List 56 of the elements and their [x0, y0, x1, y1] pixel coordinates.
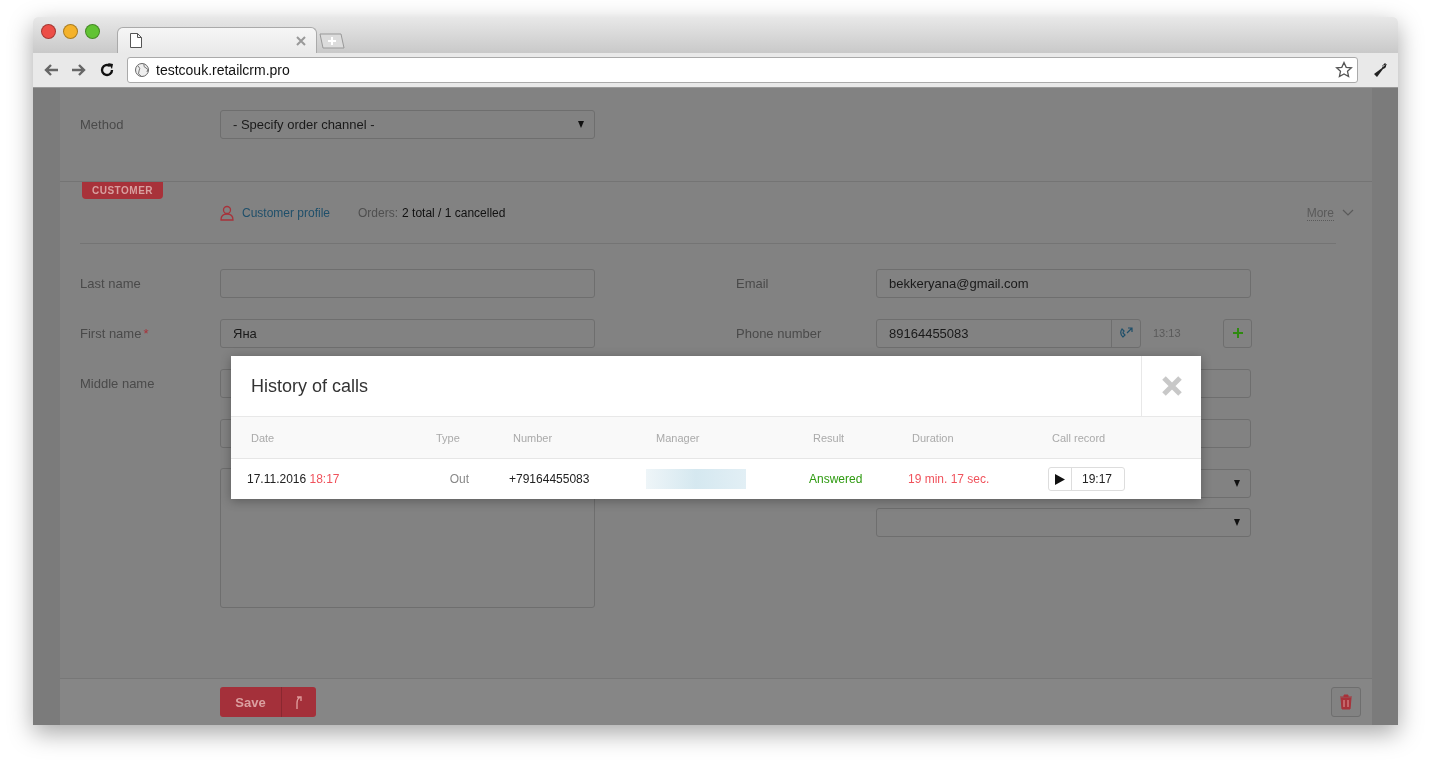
field-label: Email	[736, 275, 770, 291]
field-label: Method	[80, 117, 125, 132]
text-input[interactable]: Яна	[220, 318, 595, 348]
caret-icon	[578, 121, 584, 128]
address-bar[interactable]: testcouk.retailcrm.pro	[127, 57, 1358, 83]
caret-icon	[1234, 519, 1240, 526]
caret-icon	[1234, 479, 1240, 487]
field-label: Last name	[80, 275, 142, 291]
phone-input[interactable]: 89164455083	[876, 318, 1141, 348]
orders-count: 2 total / 1 cancelled	[402, 206, 506, 220]
order-channel-select[interactable]: - Specify order channel -	[220, 110, 595, 139]
add-phone-button[interactable]	[1223, 318, 1252, 348]
page-icon	[130, 33, 142, 48]
column-header: Result	[813, 431, 846, 444]
date-cell-text: 17.11.2016 18:17	[247, 472, 341, 486]
number-cell-text: +79164455083	[509, 472, 591, 486]
dialog-title: History of calls	[251, 375, 369, 397]
close-tab-icon[interactable]	[296, 35, 306, 46]
browser-tab[interactable]	[117, 27, 317, 53]
column-header: Call record	[1052, 431, 1107, 444]
globe-icon	[134, 62, 150, 78]
back-icon[interactable]	[43, 63, 59, 77]
delete-button[interactable]	[1331, 687, 1361, 717]
zoom-window-icon[interactable]	[85, 24, 100, 39]
new-tab-icon[interactable]	[319, 33, 345, 49]
save-button[interactable]: Save	[220, 687, 281, 717]
email-input[interactable]: bekkeryana@gmail.com	[876, 268, 1251, 298]
field-label: Middle name	[80, 375, 156, 391]
column-header: Duration	[912, 431, 955, 444]
trash-icon	[1339, 694, 1353, 710]
close-icon	[1160, 375, 1183, 397]
column-header: Date	[251, 431, 276, 444]
reload-icon[interactable]	[99, 62, 115, 78]
dropdown-select[interactable]	[876, 508, 1251, 537]
forward-icon[interactable]	[71, 63, 87, 77]
star-icon[interactable]	[1335, 61, 1353, 79]
close-button[interactable]	[1141, 356, 1201, 416]
type-cell-text: Out	[448, 472, 470, 486]
arrow-up-icon	[294, 694, 304, 710]
column-header: Number	[513, 431, 554, 444]
plus-icon	[1231, 327, 1244, 339]
minimize-window-icon[interactable]	[63, 24, 78, 39]
column-header: Type	[436, 431, 461, 444]
duration-cell-text: 19 min. 17 sec.	[908, 472, 991, 486]
audio-player[interactable]: 19:17	[1048, 467, 1126, 491]
url-text: testcouk.retailcrm.pro	[156, 62, 290, 78]
chevron-down-icon[interactable]	[1342, 209, 1354, 217]
close-window-icon[interactable]	[41, 24, 56, 39]
field-label: Phone number	[736, 325, 823, 341]
column-header: Manager	[656, 431, 701, 444]
person-icon	[220, 205, 234, 221]
customer-profile-link[interactable]: Customer profile	[242, 206, 331, 220]
save-options-button[interactable]	[281, 687, 316, 717]
section-badge: CUSTOMER	[82, 182, 164, 199]
field-label: First name*	[80, 325, 150, 341]
result-cell-text: Answered	[809, 472, 864, 486]
